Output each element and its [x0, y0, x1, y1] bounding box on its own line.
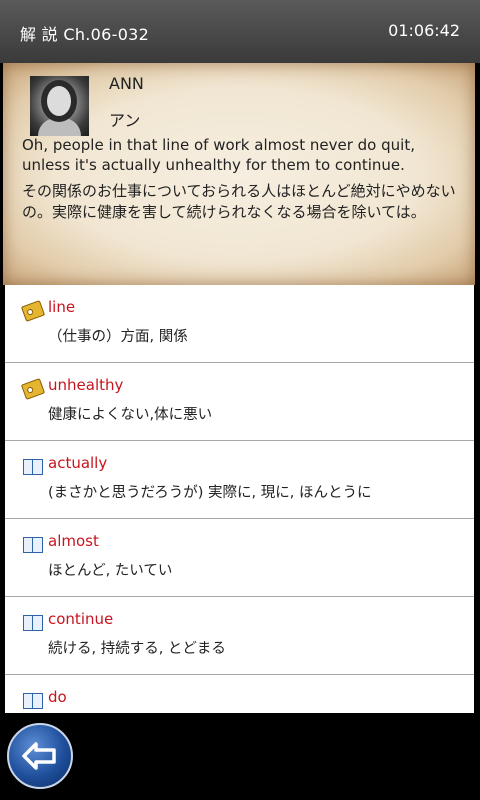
vocab-word: actually: [48, 454, 108, 472]
vocab-word: almost: [48, 532, 99, 550]
speaker-photo: [30, 76, 89, 136]
vocab-word: continue: [48, 610, 114, 628]
book-icon: [23, 459, 43, 475]
vocabulary-list: line （仕事の）方面, 関係 unhealthy 健康によくない,体に悪い …: [5, 285, 474, 713]
tag-icon: [20, 378, 46, 400]
title-bar: 解 説 Ch.06-032 01:06:42: [0, 0, 480, 63]
english-line: Oh, people in that line of work almost n…: [22, 136, 415, 174]
list-item[interactable]: continue 続ける, 持続する, とどまる: [5, 597, 474, 675]
back-arrow-icon: [22, 742, 56, 770]
list-item[interactable]: unhealthy 健康によくない,体に悪い: [5, 363, 474, 441]
dialogue-panel: ANN アン Oh, people in that line of work a…: [3, 63, 475, 285]
list-item[interactable]: do: [5, 675, 474, 713]
book-icon: [23, 537, 43, 553]
vocab-definition: ほとんど, たいてい: [48, 563, 173, 579]
list-item[interactable]: almost ほとんど, たいてい: [5, 519, 474, 597]
back-button[interactable]: [7, 723, 73, 789]
book-icon: [23, 615, 43, 631]
vocab-definition: 続ける, 持続する, とどまる: [48, 641, 226, 657]
vocab-word: line: [48, 298, 76, 316]
tag-icon: [20, 300, 46, 322]
vocab-definition: (まさかと思うだろうが) 実際に, 現に, ほんとうに: [48, 485, 372, 501]
page-title: 解 説 Ch.06-032: [20, 25, 150, 44]
vocab-definition: （仕事の）方面, 関係: [48, 329, 188, 345]
vocab-definition: 健康によくない,体に悪い: [48, 407, 213, 423]
speaker-name-jp: アン: [109, 111, 141, 130]
vocab-word: unhealthy: [48, 376, 124, 394]
vocab-word: do: [48, 688, 67, 706]
list-item[interactable]: line （仕事の）方面, 関係: [5, 285, 474, 363]
list-item[interactable]: actually (まさかと思うだろうが) 実際に, 現に, ほんとうに: [5, 441, 474, 519]
japanese-line: その関係のお仕事についておられる人はほとんど絶対にやめないの。実際に健康を害して…: [22, 182, 456, 221]
book-icon: [23, 693, 43, 709]
speaker-name: ANN: [109, 74, 144, 93]
timestamp: 01:06:42: [388, 21, 460, 40]
